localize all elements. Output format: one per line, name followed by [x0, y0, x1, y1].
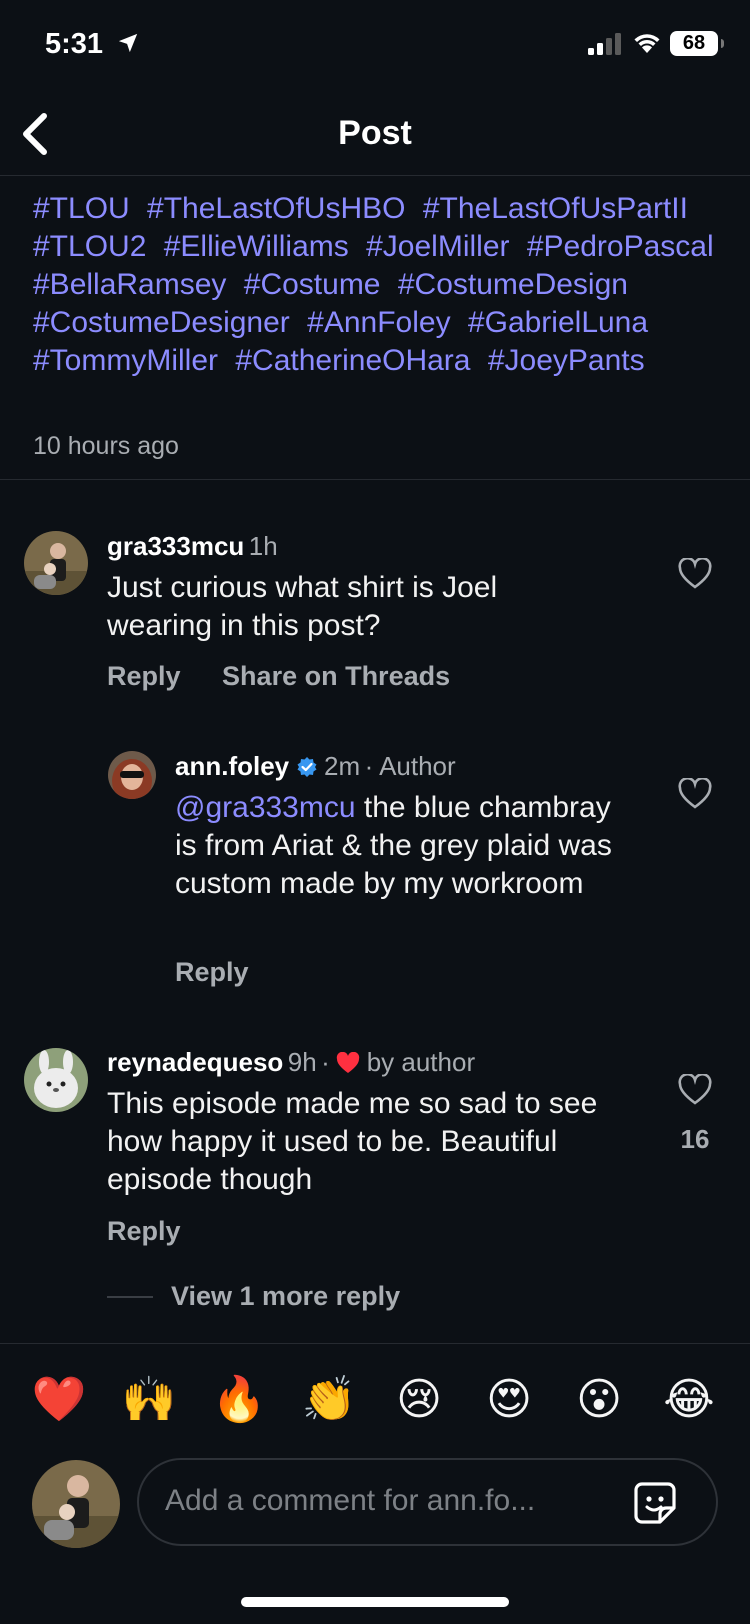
cellular-signal-icon [588, 33, 621, 55]
header: Post [0, 92, 750, 176]
emoji-heart-button[interactable]: ❤️ [29, 1372, 89, 1428]
divider [0, 479, 750, 480]
comment-actions: Reply [107, 1216, 215, 1247]
comment-text: Just curious what shirt is Joel wearing … [107, 571, 498, 642]
hashtag-link[interactable]: #TommyMiller [33, 344, 218, 377]
hashtag-link[interactable]: #CatherineOHara [235, 344, 470, 377]
status-time: 5:31 [45, 28, 104, 60]
current-user-avatar [32, 1460, 120, 1548]
liked-by-author-label: by author [366, 1047, 476, 1077]
liked-by-author-heart-icon [337, 1052, 360, 1073]
post-caption: #TLOU #TheLastOfUsHBO #TheLastOfUsPartII… [33, 190, 733, 380]
reply-button[interactable]: Reply [175, 957, 249, 987]
like-heart-icon[interactable] [678, 558, 712, 590]
comment-text: @gra333mcu the blue chambray is from Ari… [175, 789, 625, 903]
post-timestamp: 10 hours ago [33, 432, 179, 460]
like-count: 16 [680, 1124, 710, 1154]
avatar[interactable] [108, 751, 156, 799]
emoji-laughing-button[interactable]: 😂 [659, 1372, 719, 1428]
emoji-fire-button[interactable]: 🔥 [209, 1372, 269, 1428]
avatar[interactable] [24, 1048, 88, 1112]
divider [0, 1343, 750, 1344]
page-title: Post [338, 114, 412, 152]
comment-header: ann.foley 2m · Author [175, 751, 456, 782]
comment-time: 1h [248, 531, 278, 561]
emoji-surprised-button[interactable]: 😮 [569, 1372, 629, 1428]
wifi-icon [634, 34, 660, 53]
emoji-clap-button[interactable]: 👏 [299, 1372, 359, 1428]
comment-actions: Reply [175, 957, 283, 988]
comment-username[interactable]: ann.foley [175, 751, 289, 781]
hashtag-link[interactable]: #JoeyPants [488, 344, 645, 377]
mention-link[interactable]: @gra333mcu [175, 791, 356, 824]
emoji-reaction-bar: ❤️ 🙌 🔥 👏 😢 😍 😮 😂 [0, 1372, 750, 1432]
comment-input[interactable] [165, 1484, 605, 1518]
hashtag-link[interactable]: #BellaRamsey [33, 268, 226, 301]
reply-button[interactable]: Reply [107, 1216, 181, 1246]
view-more-line [107, 1296, 153, 1298]
hashtag-link[interactable]: #CostumeDesigner [33, 306, 290, 339]
emoji-crying-button[interactable]: 😢 [389, 1372, 449, 1428]
verified-badge-icon [297, 757, 317, 777]
comment-time: 9h [287, 1047, 317, 1077]
view-more-replies-button[interactable]: View 1 more reply [171, 1281, 400, 1312]
author-badge: · Author [364, 751, 456, 781]
emoji-raised-hands-button[interactable]: 🙌 [119, 1372, 179, 1428]
comment-actions: Reply Share on Threads [107, 661, 484, 692]
comment-header: reynadequeso 9h · by author [107, 1047, 476, 1077]
comment-text: This episode made me so sad to see how h… [107, 1087, 598, 1196]
hashtag-link[interactable]: #TLOU [33, 192, 130, 225]
status-bar: 5:31 68 [0, 0, 750, 92]
hashtag-link[interactable]: #CostumeDesign [398, 268, 628, 301]
battery-indicator: 68 [670, 31, 724, 56]
hashtag-link[interactable]: #PedroPascal [527, 230, 714, 263]
like-heart-icon[interactable] [678, 778, 712, 810]
home-indicator [241, 1597, 509, 1607]
like-heart-icon[interactable] [678, 1074, 712, 1106]
hashtag-link[interactable]: #JoelMiller [366, 230, 509, 263]
hashtag-link[interactable]: #Costume [244, 268, 381, 301]
comment-username[interactable]: reynadequeso [107, 1047, 283, 1077]
reply-button[interactable]: Reply [107, 661, 181, 691]
comment-composer [137, 1458, 718, 1546]
location-arrow-icon [118, 33, 138, 53]
hashtag-link[interactable]: #EllieWilliams [164, 230, 349, 263]
emoji-heart-eyes-button[interactable]: 😍 [479, 1372, 539, 1428]
sticker-icon[interactable] [632, 1480, 678, 1526]
comment-time: 2m [324, 751, 361, 781]
hashtag-link[interactable]: #TheLastOfUsPartII [423, 192, 688, 225]
share-on-threads-button[interactable]: Share on Threads [222, 661, 450, 691]
hashtag-link[interactable]: #AnnFoley [307, 306, 450, 339]
avatar[interactable] [24, 531, 88, 595]
hashtag-link[interactable]: #GabrielLuna [468, 306, 648, 339]
comment-header: gra333mcu 1h [107, 531, 278, 562]
comment-username[interactable]: gra333mcu [107, 531, 244, 561]
hashtag-link[interactable]: #TheLastOfUsHBO [147, 192, 405, 225]
hashtag-link[interactable]: #TLOU2 [33, 230, 146, 263]
